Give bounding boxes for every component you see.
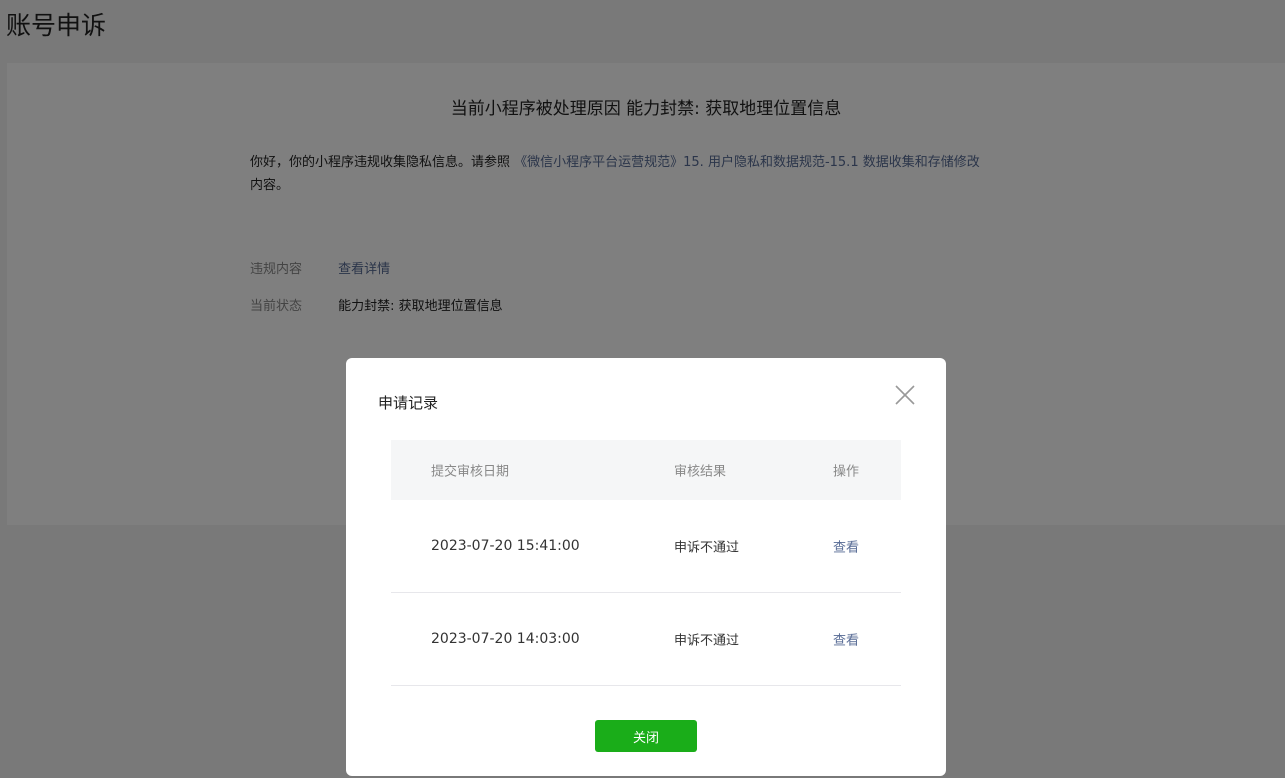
header-action: 操作 xyxy=(833,464,860,480)
close-button[interactable]: 关闭 xyxy=(595,720,697,752)
header-date: 提交审核日期 xyxy=(431,464,510,480)
row-result: 申诉不通过 xyxy=(674,540,740,556)
row-view-link[interactable]: 查看 xyxy=(833,537,859,556)
close-icon[interactable] xyxy=(894,384,916,406)
row-view-link[interactable]: 查看 xyxy=(833,630,859,649)
row-date: 2023-07-20 14:03:00 xyxy=(431,631,580,647)
row-date: 2023-07-20 15:41:00 xyxy=(431,538,580,554)
page: 账号申诉 当前小程序被处理原因 能力封禁: 获取地理位置信息 你好，你的小程序违… xyxy=(0,0,1285,778)
table-row: 2023-07-20 14:03:00 申诉不通过 查看 xyxy=(391,593,901,686)
dialog-title: 申请记录 xyxy=(378,394,439,412)
row-result: 申诉不通过 xyxy=(674,633,740,649)
header-result: 审核结果 xyxy=(674,464,727,480)
records-table: 提交审核日期 审核结果 操作 2023-07-20 15:41:00 申诉不通过… xyxy=(391,440,901,686)
table-row: 2023-07-20 15:41:00 申诉不通过 查看 xyxy=(391,500,901,593)
table-header: 提交审核日期 审核结果 操作 xyxy=(391,440,901,500)
application-records-dialog: 申请记录 提交审核日期 审核结果 操作 2023-07-20 15:41:00 … xyxy=(346,358,946,776)
